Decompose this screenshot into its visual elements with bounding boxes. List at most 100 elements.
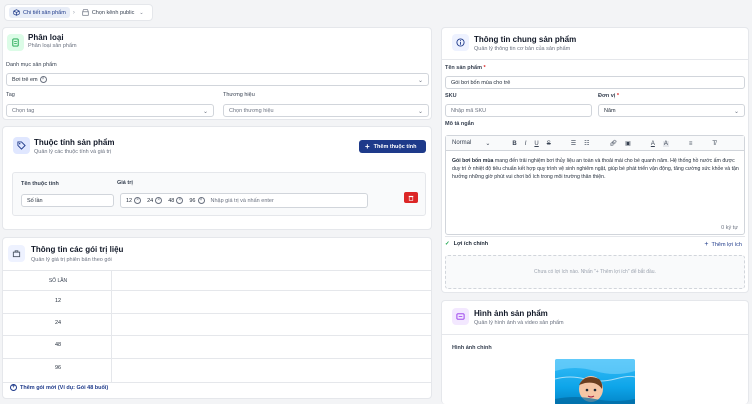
section-subtitle: Quản lý hình ảnh và video sản phẩm — [474, 320, 564, 326]
breadcrumb-label: Chi tiết sản phẩm — [23, 9, 66, 16]
chip-label: Bơi trẻ em — [12, 76, 38, 83]
breadcrumb-item-product-detail[interactable]: Chi tiết sản phẩm — [9, 7, 70, 18]
chevron-down-icon: ⌄ — [417, 78, 423, 84]
value-chip: 96 × — [189, 197, 205, 204]
product-name-input[interactable]: Gói bơi bốn mùa cho trẻ — [445, 76, 745, 89]
plus-icon: + — [704, 241, 709, 248]
underline-icon[interactable]: U — [534, 141, 538, 147]
section-title: Thuộc tính sản phẩm — [34, 138, 115, 147]
category-chip: Bơi trẻ em × — [12, 76, 47, 83]
chevron-down-icon: ⌄ — [139, 9, 144, 16]
editor-content[interactable]: Gói bơi bốn mùa mang đến trải nghiệm bơi… — [452, 157, 740, 181]
breadcrumb-item-public-channel[interactable]: Chọn kênh public ⌄ — [78, 7, 148, 18]
align-icon[interactable]: ≡ — [689, 141, 693, 147]
delete-attribute-button[interactable] — [404, 192, 418, 203]
value-chip: 24 × — [147, 197, 163, 204]
breadcrumb: Chi tiết sản phẩm › Chọn kênh public ⌄ — [4, 4, 153, 21]
remove-chip-icon[interactable]: × — [176, 197, 184, 204]
table-row: 48 — [54, 342, 62, 348]
section-title: Hình ảnh sản phẩm — [474, 309, 548, 318]
attribute-name-input[interactable]: Số lần — [21, 194, 114, 207]
attributes-card: Thuộc tính sản phẩm Quản lý các thuộc tí… — [2, 126, 432, 230]
italic-icon[interactable]: I — [525, 141, 527, 147]
image-icon — [452, 308, 469, 325]
format-select[interactable]: Normal ⌄ — [452, 140, 490, 147]
product-name-label: Tên sản phẩm * — [445, 65, 486, 71]
attribute-value-label: Giá trị — [117, 180, 133, 186]
unit-select[interactable]: Năm ⌄ — [598, 104, 745, 117]
info-icon — [452, 34, 469, 51]
strikethrough-icon[interactable]: S — [547, 141, 551, 147]
sku-input[interactable]: Nhập mã SKU — [445, 104, 592, 117]
remove-chip-icon[interactable]: × — [155, 197, 163, 204]
section-title: Thông tin chung sản phẩm — [474, 35, 577, 44]
benefits-header: ✓ Lợi ích chính — [445, 241, 489, 247]
category-label: Danh mục sản phẩm — [6, 62, 57, 68]
top-bar: Chi tiết sản phẩm › Chọn kênh public ⌄ — [0, 0, 752, 26]
tag-label: Tag — [6, 92, 15, 98]
remove-chip-icon[interactable]: × — [197, 197, 205, 204]
column-header: SỐ LẦN — [48, 278, 68, 284]
brand-label: Thương hiệu — [223, 92, 255, 98]
short-description-label: Mô tả ngắn — [445, 121, 475, 127]
brand-select[interactable]: Chọn thương hiệu ⌄ — [223, 104, 429, 117]
breadcrumb-label: Chọn kênh public — [91, 9, 135, 16]
sku-label: SKU — [445, 93, 457, 99]
link-icon[interactable]: 🔗︎ — [610, 140, 618, 147]
remove-chip-icon[interactable]: × — [39, 76, 47, 83]
section-subtitle: Quản lý thông tin cơ bản của sản phẩm — [474, 46, 571, 52]
section-subtitle: Quản lý giá trị phiên bản theo gói — [31, 257, 112, 263]
category-select[interactable]: Bơi trẻ em × ⌄ — [6, 73, 429, 86]
ordered-list-icon[interactable]: ☰ — [571, 140, 576, 147]
attribute-values-input[interactable]: 12 × 24 × 48 × 96 × Nhập giá trị và nhấn ent… — [120, 193, 368, 208]
tag-placeholder: Chọn tag — [12, 107, 35, 114]
section-subtitle: Phân loại sản phẩm — [28, 43, 77, 49]
images-card: Hình ảnh sản phẩm Quản lý hình ảnh và vi… — [441, 300, 749, 404]
package-icon — [8, 245, 25, 262]
chevron-down-icon: ⌄ — [202, 109, 208, 115]
chevron-down-icon: ⌄ — [417, 109, 423, 115]
packages-table: SỐ LẦN 12 24 48 96 — [3, 270, 431, 383]
remove-chip-icon[interactable]: × — [134, 197, 142, 204]
packages-card: Thông tin các gói trị liệu Quản lý giá t… — [2, 237, 432, 399]
attribute-row: Tên thuộc tính Giá trị Số lần 12 × 24 × 48… — [12, 172, 426, 216]
table-row: 96 — [54, 365, 62, 371]
check-icon: ✓ — [445, 241, 450, 247]
tag-select[interactable]: Chọn tag ⌄ — [6, 104, 214, 117]
section-title: Thông tin các gói trị liệu — [31, 245, 124, 254]
editor-toolbar: Normal ⌄ B I U S ☰ ☷ 🔗︎ ▣ A A ≡ T̸ — [446, 136, 744, 151]
unit-label: Đơn vị * — [598, 93, 620, 99]
classification-card: Phân loại Phân loại sản phẩm Danh mục sả… — [2, 27, 432, 120]
section-subtitle: Quản lý các thuộc tính và giá trị — [34, 149, 112, 155]
table-row: 12 — [54, 298, 62, 304]
main-image[interactable] — [555, 359, 635, 404]
image-icon[interactable]: ▣ — [625, 140, 631, 147]
add-attribute-button[interactable]: + Thêm thuộc tính — [359, 140, 426, 153]
plus-icon: + — [365, 142, 370, 151]
rich-text-editor[interactable]: Normal ⌄ B I U S ☰ ☷ 🔗︎ ▣ A A ≡ T̸ Gói b… — [445, 135, 745, 235]
chevron-down-icon: ⌄ — [485, 141, 491, 147]
attribute-name-label: Tên thuộc tính — [21, 181, 59, 187]
table-row: 24 — [54, 320, 62, 326]
char-count: 0 ký tự — [721, 225, 738, 231]
store-icon — [82, 9, 89, 16]
add-benefit-button[interactable]: + Thêm lợi ích — [704, 241, 742, 248]
bullet-list-icon[interactable]: ☷ — [584, 140, 589, 147]
plus-circle-icon: + — [10, 384, 17, 391]
main-image-label: Hình ảnh chính — [452, 345, 492, 351]
value-placeholder: Nhập giá trị và nhấn enter — [210, 197, 274, 204]
value-chip: 48 × — [168, 197, 184, 204]
add-package-link[interactable]: + Thêm gói mới (Ví dụ: Gói 48 buổi) — [10, 384, 108, 391]
child-swimming-photo — [555, 359, 635, 404]
value-chip: 12 × — [126, 197, 142, 204]
clear-format-icon[interactable]: T̸ — [712, 141, 716, 147]
section-title: Phân loại — [28, 33, 64, 42]
text-color-icon[interactable]: A — [651, 141, 655, 147]
general-info-card: Thông tin chung sản phẩm Quản lý thông t… — [441, 27, 749, 293]
benefits-empty-box: Chưa có lợi ích nào. Nhấn "+ Thêm lợi íc… — [445, 255, 745, 289]
trash-icon — [408, 195, 414, 201]
background-color-icon[interactable]: A — [662, 140, 669, 147]
category-icon — [7, 34, 24, 51]
brand-placeholder: Chọn thương hiệu — [229, 107, 274, 114]
bold-icon[interactable]: B — [512, 141, 516, 147]
